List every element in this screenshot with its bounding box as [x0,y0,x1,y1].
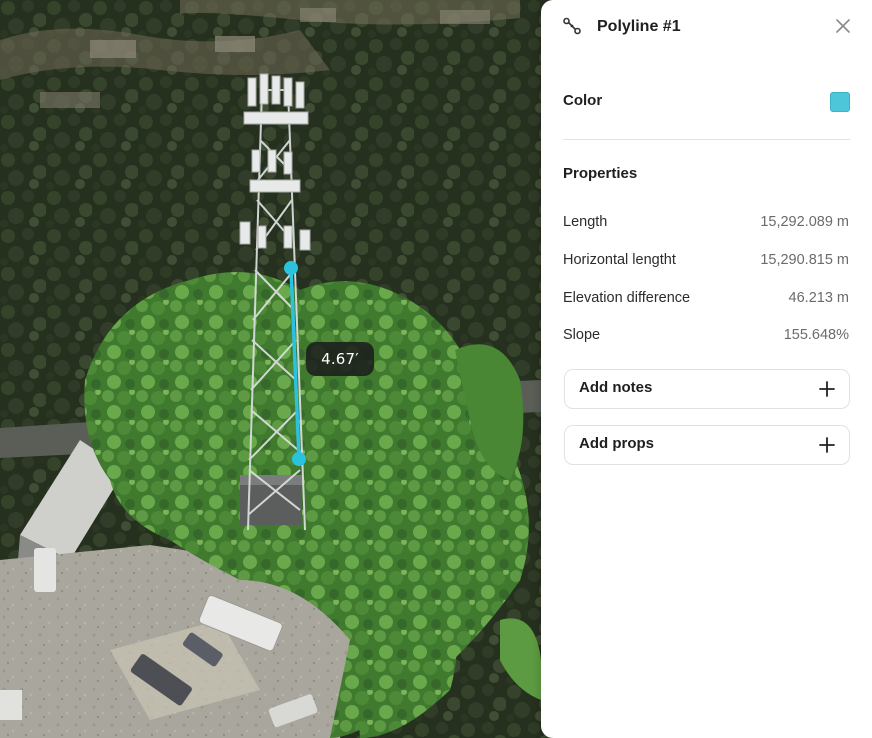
property-value: 15,292.089 m [760,214,849,230]
add-props-label: Add props [579,435,654,452]
color-swatch[interactable] [830,92,850,112]
panel-header: Polyline #1 [541,0,872,56]
panel-title: Polyline #1 [597,18,681,35]
property-row-horizontal-length: Horizontal lengtht 15,290.815 m [563,249,849,271]
property-label: Horizontal lengtht [563,252,676,268]
measurement-label: 4.67′ [306,342,374,376]
property-row-length: Length 15,292.089 m [563,211,849,233]
properties-title: Properties [563,165,638,182]
property-label: Slope [563,327,601,343]
property-value: 15,290.815 m [760,252,849,268]
close-button[interactable] [831,14,855,38]
polyline-end-handle[interactable] [292,452,306,466]
property-value: 155.648% [783,327,849,343]
polyline-start-handle[interactable] [284,261,298,275]
property-label: Length [563,214,608,230]
properties-panel: Polyline #1 Color Properties Length 15,2… [541,0,872,738]
plus-icon [819,381,835,397]
divider [563,139,850,140]
add-props-button[interactable]: Add props [564,425,850,465]
color-row: Color [563,88,850,116]
property-label: Elevation difference [563,290,691,306]
color-label: Color [563,92,603,109]
polyline-icon [563,17,581,35]
property-row-elevation-difference: Elevation difference 46.213 m [563,287,849,309]
property-row-slope: Slope 155.648% [563,324,849,346]
add-notes-button[interactable]: Add notes [564,369,850,409]
add-notes-label: Add notes [579,379,653,396]
plus-icon [819,437,835,453]
property-value: 46.213 m [788,290,849,306]
close-icon [836,19,850,33]
